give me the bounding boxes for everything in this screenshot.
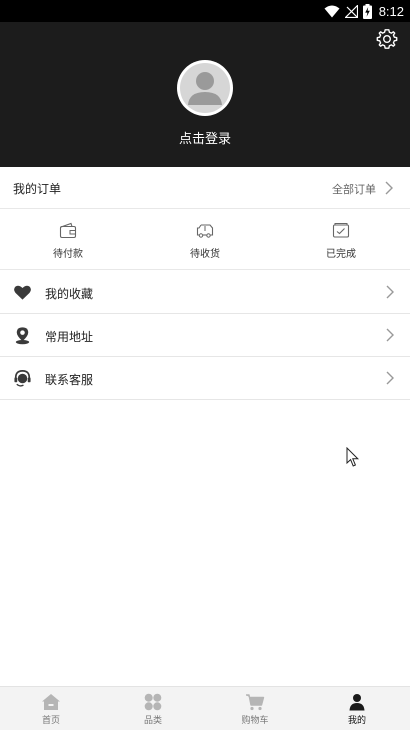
menu-item-addresses[interactable]: 常用地址 [0,314,410,357]
settings-gear-icon[interactable] [376,28,398,50]
tab-label: 首页 [41,716,60,726]
chevron-right-icon [386,328,394,342]
chevron-right-icon [386,371,394,385]
menu-item-label: 我的收藏 [45,287,94,301]
headset-icon [14,370,31,387]
my-orders-title: 我的订单 [13,182,62,196]
status-bar: 8:12 [0,0,410,22]
box-check-icon [332,223,350,238]
wallet-icon [59,222,77,239]
tab-categories[interactable]: 品类 [102,687,204,730]
order-status-completed[interactable]: 已完成 [301,210,381,270]
tab-home[interactable]: 首页 [0,687,102,730]
status-time: 8:12 [378,3,404,19]
menu-item-label: 常用地址 [45,330,94,344]
home-icon [42,694,60,710]
status-icons: 8:12 [324,2,404,20]
status-label: 待收货 [190,249,220,260]
order-status-bar: 待付款 待收货 已完成 [0,210,410,270]
login-link[interactable]: 点击登录 [0,128,410,147]
menu-item-customer-service[interactable]: 联系客服 [0,357,410,400]
tab-cart[interactable]: 购物车 [204,687,306,730]
default-avatar-icon [188,72,222,105]
heart-icon [14,285,31,300]
status-label: 待付款 [53,249,83,260]
tab-label: 我的 [347,716,366,726]
order-status-pending-payment[interactable]: 待付款 [28,210,108,270]
all-orders-link[interactable]: 全部订单 [332,181,376,197]
tab-label: 购物车 [241,716,269,726]
my-orders-row[interactable]: 我的订单 全部订单 [0,167,410,209]
truck-icon [196,224,214,238]
cart-icon [246,694,265,711]
battery-charging-icon [362,3,372,19]
bottom-tab-bar: 首页 品类 购物车 我的 [0,686,410,730]
mouse-cursor-icon [346,447,360,467]
tab-profile[interactable]: 我的 [306,687,408,730]
chevron-right-icon [386,285,394,299]
chevron-right-icon [385,181,393,195]
status-label: 已完成 [326,249,356,260]
profile-header: 点击登录 [0,22,410,167]
menu-item-label: 联系客服 [45,373,94,387]
tab-label: 品类 [143,716,162,726]
category-grid-icon [144,693,162,711]
location-pin-icon [15,327,30,345]
order-status-awaiting-delivery[interactable]: 待收货 [165,210,245,270]
avatar[interactable] [177,60,233,116]
wifi-icon [324,5,340,17]
no-signal-icon [344,4,358,18]
menu-item-favorites[interactable]: 我的收藏 [0,271,410,314]
person-icon [349,694,365,711]
